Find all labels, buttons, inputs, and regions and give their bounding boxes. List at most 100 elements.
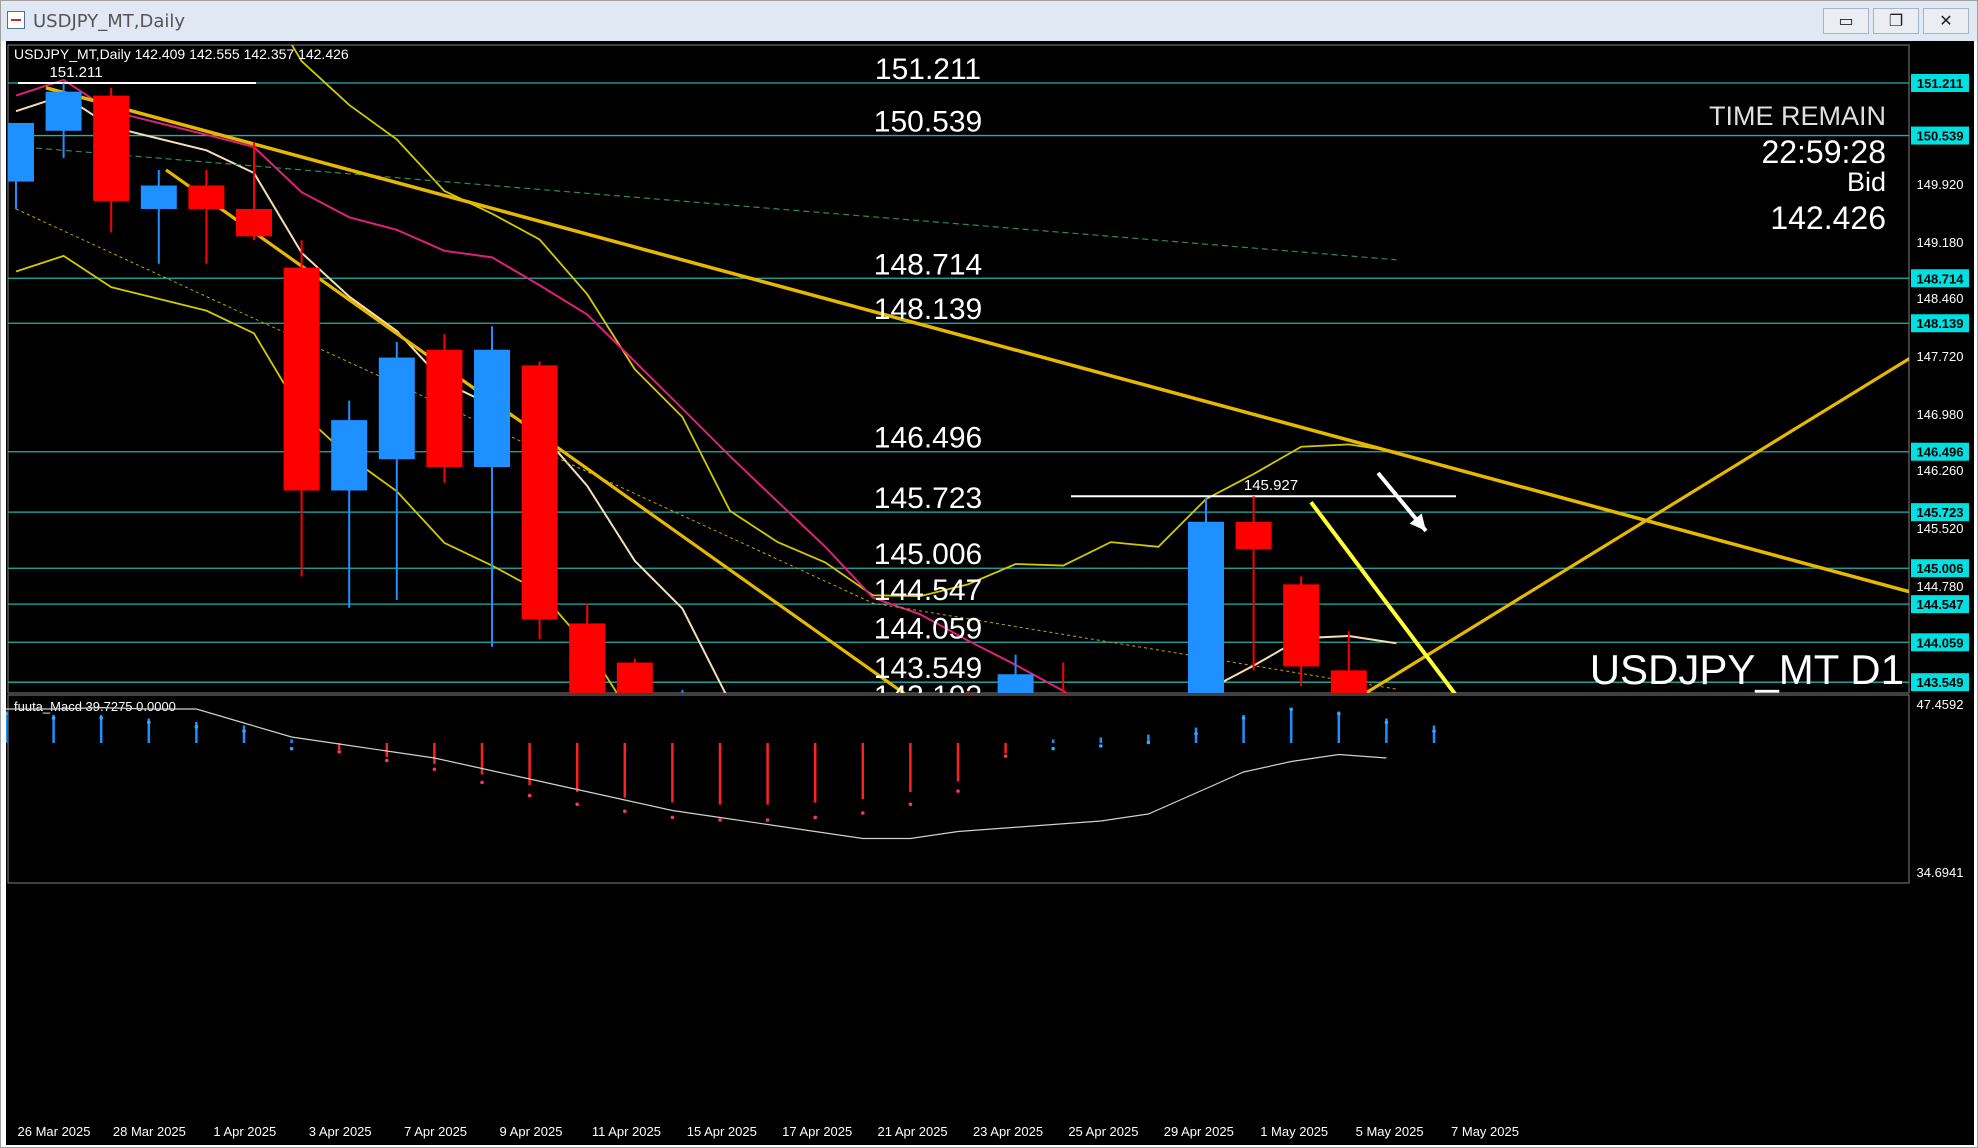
macd-dot xyxy=(575,802,579,807)
macd-dot xyxy=(1384,720,1389,725)
candle-body xyxy=(426,349,463,468)
chart-area[interactable]: 151.211 150.539 148.714 148.139 146.496 145.7… xyxy=(6,41,1974,1145)
date-axis-label: 29 Apr 2025 xyxy=(1164,1124,1234,1139)
date-axis-label: 21 Apr 2025 xyxy=(878,1124,948,1139)
candle-body xyxy=(1045,694,1081,803)
macd-dot xyxy=(1051,746,1055,751)
candle-body xyxy=(855,835,891,898)
macd-dot xyxy=(1241,716,1246,720)
symbol-header: USDJPY_MT,Daily 142.409 142.555 142.357 … xyxy=(14,46,349,62)
price-axis-label: 144.780 xyxy=(1917,579,1964,594)
candle-body xyxy=(378,357,415,460)
candle-body xyxy=(1330,670,1367,693)
price-axis-boxed-label: 145.006 xyxy=(1917,561,1964,576)
macd-pane-frame xyxy=(7,694,1910,884)
macd-axis-top: 47.4592 xyxy=(1917,697,1964,712)
price-axis-boxed-label: 144.059 xyxy=(1917,635,1964,650)
close-button[interactable]: ✕ xyxy=(1923,8,1969,34)
candle-body xyxy=(474,349,510,468)
bid-value: 142.426 xyxy=(1770,200,1886,236)
candle-body xyxy=(712,706,748,819)
price-axis-boxed-label: 146.496 xyxy=(1917,445,1964,460)
candle-body xyxy=(902,709,938,834)
price-axis-boxed-label: 144.547 xyxy=(1917,597,1964,612)
macd-dot xyxy=(956,789,960,793)
macd-dot xyxy=(718,818,722,822)
macd-dot xyxy=(1432,729,1436,733)
macd-dot xyxy=(1289,707,1293,712)
candle-body xyxy=(93,95,130,202)
date-axis-label: 1 Apr 2025 xyxy=(213,1124,276,1139)
macd-dot xyxy=(670,815,675,820)
up-arrow xyxy=(1056,761,1171,831)
window-title: USDJPY_MT,Daily xyxy=(33,11,186,32)
candle-body xyxy=(331,420,368,491)
date-axis-label: 28 Mar 2025 xyxy=(113,1124,186,1139)
level-label: 145.006 xyxy=(874,538,982,571)
date-axis-label: 7 May 2025 xyxy=(1451,1124,1519,1139)
swing-label-high-left: 151.211 xyxy=(49,64,102,81)
bid-label: Bid xyxy=(1847,167,1886,197)
candle-body xyxy=(807,780,843,796)
price-axis-boxed-label: 151.211 xyxy=(1917,76,1963,91)
candle-body xyxy=(997,674,1034,693)
candle-body xyxy=(616,662,653,693)
macd-dot xyxy=(1003,754,1008,758)
minimize-button[interactable]: ▭ xyxy=(1823,8,1869,34)
date-axis-label: 17 Apr 2025 xyxy=(782,1124,852,1139)
up-arrow-head xyxy=(1153,761,1171,776)
candle-body xyxy=(140,185,177,209)
symbol-watermark: USDJPY_MT D1 xyxy=(1590,646,1904,693)
macd-dot xyxy=(194,724,199,729)
price-axis-boxed-label: 148.714 xyxy=(1917,271,1965,286)
candle-body xyxy=(188,185,225,209)
price-chart-svg[interactable]: 151.211 150.539 148.714 148.139 146.496 145.7… xyxy=(6,41,1974,1145)
date-axis-label: 11 Apr 2025 xyxy=(592,1124,661,1139)
level-label: 146.496 xyxy=(874,422,982,455)
price-axis-label: 147.720 xyxy=(1917,349,1964,364)
candle-body xyxy=(569,623,606,693)
price-axis-boxed-label: 143.549 xyxy=(1917,675,1964,690)
macd-dot xyxy=(1337,711,1341,716)
level-label: 142.910 xyxy=(874,702,982,735)
date-axis-label: 3 Apr 2025 xyxy=(309,1124,372,1139)
macd-dot xyxy=(861,811,865,815)
restore-button[interactable]: ❐ xyxy=(1873,8,1919,34)
level-label: 148.714 xyxy=(874,248,982,281)
macd-dot xyxy=(623,809,627,814)
macd-dot xyxy=(289,746,294,751)
price-axis-label: 146.260 xyxy=(1917,463,1964,478)
price-axis-label: 145.520 xyxy=(1917,521,1964,536)
target-line xyxy=(1426,870,1656,874)
title-bar: USDJPY_MT,Daily ▭ ❐ ✕ xyxy=(1,1,1977,41)
level-label: 140.470 xyxy=(874,893,982,926)
macd-dot xyxy=(1099,744,1103,748)
level-label: 143.193 xyxy=(874,680,982,713)
macd-signal-line xyxy=(6,706,1387,840)
macd-dot xyxy=(51,716,56,720)
level-label: 144.547 xyxy=(874,574,982,607)
level-label: 145.723 xyxy=(874,482,982,515)
level-label: 141.017 xyxy=(874,850,982,883)
price-axis-label: 146.980 xyxy=(1917,407,1964,422)
price-axis-label: 149.180 xyxy=(1917,235,1964,250)
date-axis-label: 15 Apr 2025 xyxy=(687,1124,757,1139)
candle-body xyxy=(521,365,558,620)
date-axis-label: 23 Apr 2025 xyxy=(973,1124,1043,1139)
price-axis-boxed-label: 150.539 xyxy=(1917,129,1964,144)
date-axis-label: 5 May 2025 xyxy=(1356,1124,1424,1139)
macd-dot xyxy=(765,818,770,822)
candle-body xyxy=(664,706,700,729)
price-plot-group: 151.211 150.539 148.714 148.139 146.496 145.7… xyxy=(8,45,1909,926)
macd-dot xyxy=(147,720,151,725)
level-label: 141.972 xyxy=(874,775,982,808)
triangle-side-line xyxy=(1309,501,1457,693)
macd-dot xyxy=(385,758,389,763)
candle-body xyxy=(45,91,82,131)
candle-body xyxy=(1235,521,1272,550)
price-axis-label: 149.920 xyxy=(1917,177,1964,192)
level-label: 141.575 xyxy=(874,807,982,840)
macd-dot xyxy=(813,815,817,820)
macd-label: fuuta_Macd 39.7275 0.0000 xyxy=(14,699,176,714)
level-label: 151.211 xyxy=(875,53,981,86)
